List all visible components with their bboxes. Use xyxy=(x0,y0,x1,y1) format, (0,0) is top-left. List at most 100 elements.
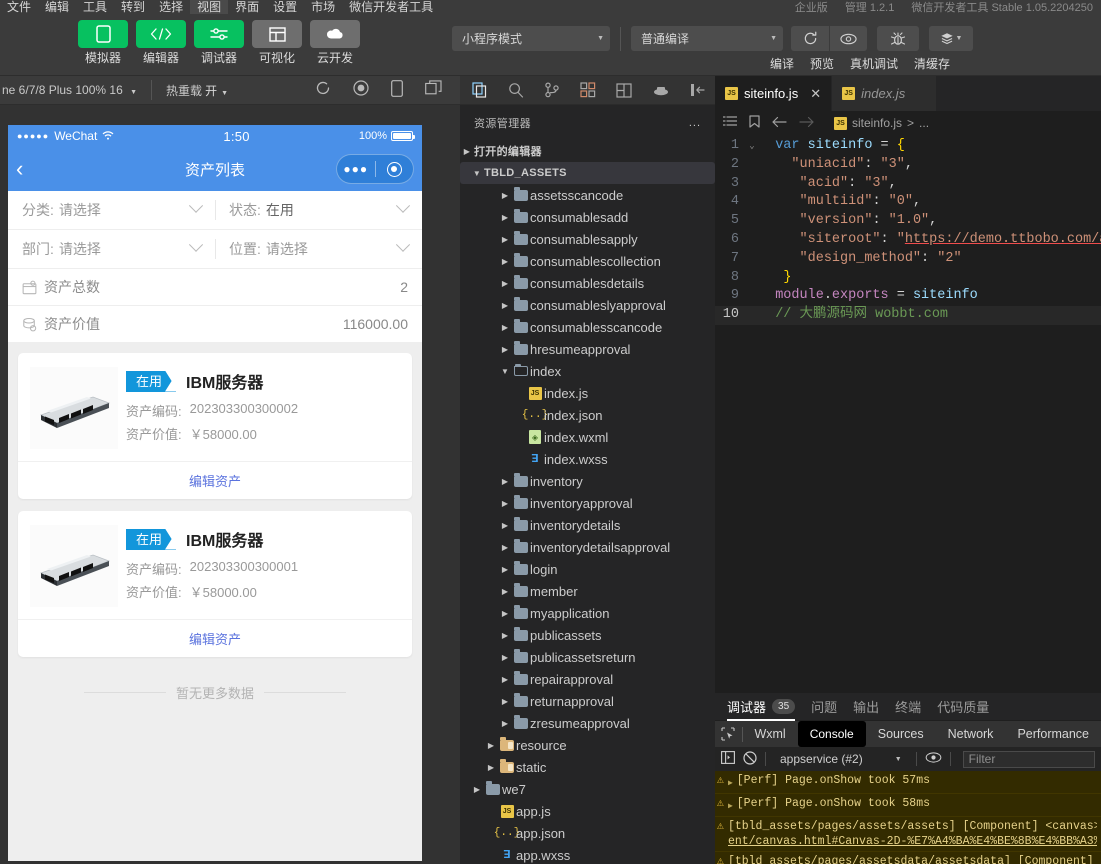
hotreload-toggle[interactable]: 热重载开▼ xyxy=(166,82,228,99)
menu-item-file[interactable]: 文件 xyxy=(0,0,38,14)
search-icon[interactable] xyxy=(508,82,524,98)
file-tree-folder[interactable]: ▶publicassetsreturn xyxy=(460,646,715,668)
filter-category[interactable]: 分类: 请选择 xyxy=(8,191,215,229)
file-tree-folder[interactable]: ▶consumablesapply xyxy=(460,228,715,250)
file-tree-folder[interactable]: ▶login xyxy=(460,558,715,580)
file-tree-folder[interactable]: ▶consumablesdetails xyxy=(460,272,715,294)
menu-item-market[interactable]: 市场 xyxy=(304,0,342,14)
file-tree-folder[interactable]: ▶inventory xyxy=(460,470,715,492)
explorer-section-open-editors[interactable]: ▶ 打开的编辑器 xyxy=(460,140,715,162)
expand-triangle-icon[interactable]: ▶ xyxy=(728,796,733,814)
menu-item-devtools[interactable]: 微信开发者工具 xyxy=(342,0,440,14)
sublabel-clear-cache[interactable]: 清缓存 xyxy=(914,55,950,72)
file-tree-file[interactable]: {..}app.json xyxy=(460,822,715,844)
device-preview-icon[interactable] xyxy=(391,80,403,100)
filter-location[interactable]: 位置: 请选择 xyxy=(215,230,422,268)
back-arrow-icon[interactable] xyxy=(772,116,787,131)
file-tree-folder[interactable]: ▶we7 xyxy=(460,778,715,800)
extensions-icon[interactable] xyxy=(580,82,596,98)
console-log-row[interactable]: ⚠[tbld_assets/pages/assets/assets] [Comp… xyxy=(715,817,1101,852)
code-token[interactable]: https://demo.ttbobo.com/ap xyxy=(905,232,1101,247)
refresh-icon[interactable] xyxy=(315,80,331,100)
file-tree-folder[interactable]: ▶consumablesscancode xyxy=(460,316,715,338)
detach-window-icon[interactable] xyxy=(425,80,442,100)
devtools-tab-sources[interactable]: Sources xyxy=(866,721,936,747)
file-tree-file[interactable]: ◈index.wxml xyxy=(460,426,715,448)
record-icon[interactable] xyxy=(353,80,369,100)
clear-console-icon[interactable] xyxy=(743,751,757,768)
debugger-tab[interactable]: 终端 xyxy=(895,693,921,721)
menu-item-settings[interactable]: 设置 xyxy=(266,0,304,14)
sublabel-compile[interactable]: 编译 xyxy=(770,55,794,72)
console-log-row[interactable]: ⚠▶[Perf] Page.onShow took 57ms xyxy=(715,771,1101,794)
devtools-tab-wxml[interactable]: Wxml xyxy=(742,721,797,747)
file-tree-folder[interactable]: ▶consumableslyapproval xyxy=(460,294,715,316)
back-icon[interactable]: ‹ xyxy=(16,158,46,180)
filter-department[interactable]: 部门: 请选择 xyxy=(8,230,215,268)
toolbar-button-editor[interactable]: 编辑器 xyxy=(136,20,186,65)
file-tree-folder[interactable]: ▶repairapproval xyxy=(460,668,715,690)
file-tree-folder[interactable]: ▶hresumeapproval xyxy=(460,338,715,360)
debugger-tab[interactable]: 代码质量 xyxy=(937,693,989,721)
mode-select[interactable]: 小程序模式 ▼ xyxy=(452,26,610,51)
console-log-row[interactable]: ⚠[tbld_assets/pages/assetsdata/assetsdat… xyxy=(715,852,1101,864)
file-tree-folder[interactable]: ▶inventorydetails xyxy=(460,514,715,536)
console-filter-input[interactable]: Filter xyxy=(963,751,1095,768)
file-tree-file[interactable]: Ǝapp.wxss xyxy=(460,844,715,864)
devtools-tab-performance[interactable]: Performance xyxy=(1005,721,1101,747)
split-layout-icon[interactable] xyxy=(616,83,632,98)
file-tree-folder[interactable]: ▶static xyxy=(460,756,715,778)
file-tree-folder[interactable]: ▶returnapproval xyxy=(460,690,715,712)
preview-button[interactable] xyxy=(829,26,867,51)
toolbar-button-debugger[interactable]: 调试器 xyxy=(194,20,244,65)
toolbar-button-visual[interactable]: 可视化 xyxy=(252,20,302,65)
console-eye-icon[interactable] xyxy=(925,752,942,766)
file-tree-folder[interactable]: ▼index xyxy=(460,360,715,382)
file-tree-folder[interactable]: ▶inventorydetailsapproval xyxy=(460,536,715,558)
docker-icon[interactable] xyxy=(652,84,670,97)
close-icon[interactable]: ✕ xyxy=(810,86,821,102)
file-tree-file[interactable]: JSapp.js xyxy=(460,800,715,822)
file-tree-folder[interactable]: ▶inventoryapproval xyxy=(460,492,715,514)
file-tree-folder[interactable]: ▶consumablescollection xyxy=(460,250,715,272)
menu-item-select[interactable]: 选择 xyxy=(152,0,190,14)
editor-tab-siteinfo[interactable]: JS siteinfo.js ✕ xyxy=(715,76,832,111)
file-tree-folder[interactable]: ▶member xyxy=(460,580,715,602)
explorer-section-project[interactable]: ▼ TBLD_ASSETS xyxy=(460,162,715,184)
toolbar-button-simulator[interactable]: 模拟器 xyxy=(78,20,128,65)
file-tree-folder[interactable]: ▶assetsscancode xyxy=(460,184,715,206)
file-tree-file[interactable]: JSindex.js xyxy=(460,382,715,404)
editor-tab-index[interactable]: JS index.js xyxy=(832,76,937,111)
files-icon[interactable] xyxy=(472,82,488,98)
menu-item-tools[interactable]: 工具 xyxy=(76,0,114,14)
debugger-tab[interactable]: 输出 xyxy=(853,693,879,721)
clear-cache-button[interactable]: ▼ xyxy=(929,26,973,51)
edit-asset-button[interactable]: 编辑资产 xyxy=(18,619,412,657)
devtools-tab-console[interactable]: Console xyxy=(798,721,866,747)
file-tree-folder[interactable]: ▶resource xyxy=(460,734,715,756)
file-tree-folder[interactable]: ▶publicassets xyxy=(460,624,715,646)
asset-card[interactable]: 在用 IBM服务器 资产编码: 202303300300002 资产价值: ￥5… xyxy=(18,353,412,499)
menu-item-interface[interactable]: 界面 xyxy=(228,0,266,14)
close-target-icon[interactable] xyxy=(376,162,414,177)
more-actions-icon[interactable]: ... xyxy=(689,117,701,129)
expand-triangle-icon[interactable]: ▶ xyxy=(728,773,733,791)
compile-select[interactable]: 普通编译 ▼ xyxy=(631,26,783,51)
real-device-debug-button[interactable] xyxy=(877,26,919,51)
file-tree-file[interactable]: {..}index.json xyxy=(460,404,715,426)
devtools-tab-network[interactable]: Network xyxy=(936,721,1006,747)
toolbar-button-cloud[interactable]: 云开发 xyxy=(310,20,360,65)
filter-status[interactable]: 状态: 在用 xyxy=(215,191,422,229)
source-control-icon[interactable] xyxy=(544,82,560,98)
file-tree-folder[interactable]: ▶consumablesadd xyxy=(460,206,715,228)
file-tree-file[interactable]: Ǝindex.wxss xyxy=(460,448,715,470)
code-content[interactable]: 1⌄ var siteinfo = {2 "uniacid": "3",3 "a… xyxy=(715,135,1101,325)
menu-item-edit[interactable]: 编辑 xyxy=(38,0,76,14)
inspect-element-icon[interactable] xyxy=(715,727,742,741)
file-tree-folder[interactable]: ▶myapplication xyxy=(460,602,715,624)
console-context-select[interactable]: appservice (#2) ▼ xyxy=(774,752,908,766)
console-log-link[interactable]: ent/canvas.html#Canvas-2D-%E7%A4%BA%E4%B… xyxy=(728,834,1097,849)
menu-item-view[interactable]: 视图 xyxy=(190,0,228,14)
outline-icon[interactable] xyxy=(723,116,737,131)
console-log-row[interactable]: ⚠▶[Perf] Page.onShow took 58ms xyxy=(715,794,1101,817)
